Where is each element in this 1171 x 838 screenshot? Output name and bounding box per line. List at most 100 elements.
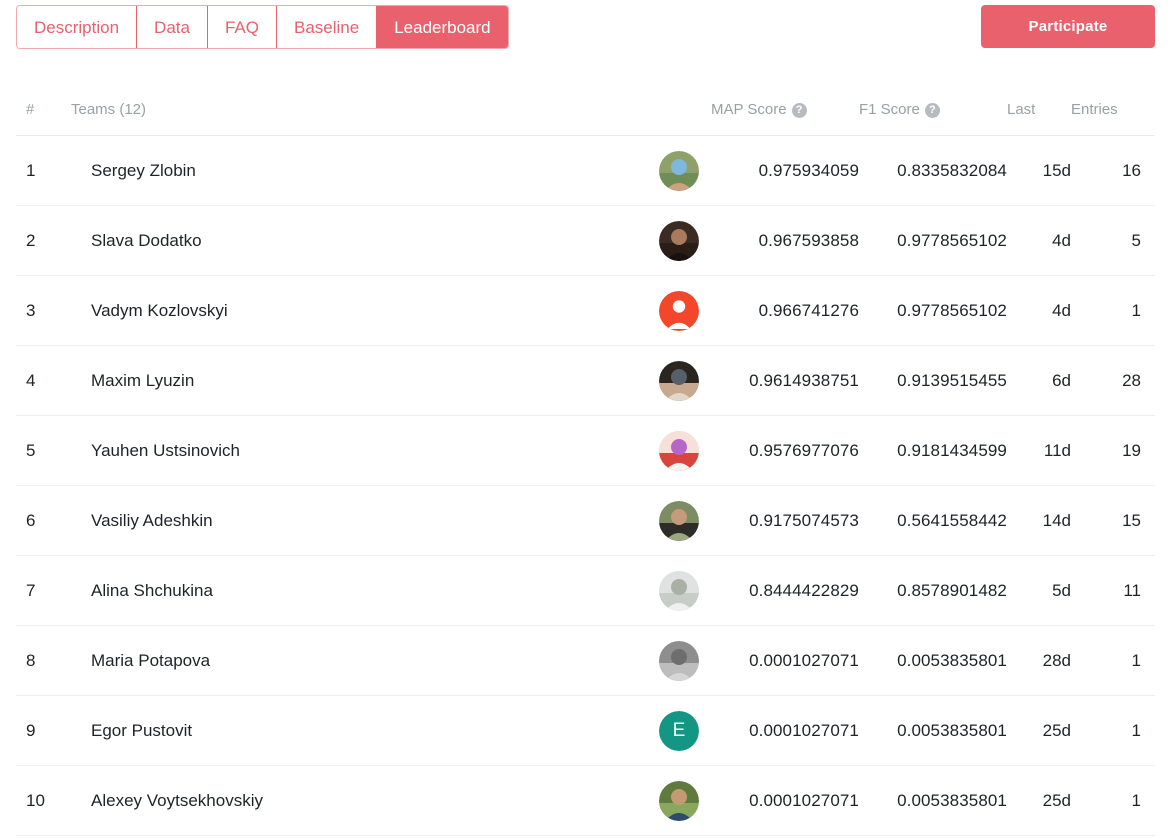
table-row[interactable]: 9Egor PustovitE0.00010270710.00538358012… bbox=[16, 696, 1155, 766]
row-entries: 15 bbox=[1071, 486, 1155, 556]
row-f1-score: 0.0053835801 bbox=[859, 766, 1007, 836]
row-entries: 1 bbox=[1071, 766, 1155, 836]
row-entries: 28 bbox=[1071, 346, 1155, 416]
table-row[interactable]: 5Yauhen Ustsinovich0.95769770760.9181434… bbox=[16, 416, 1155, 486]
row-rank: 4 bbox=[16, 346, 71, 416]
row-avatar-cell bbox=[647, 136, 711, 206]
avatar bbox=[659, 431, 699, 471]
row-map-score: 0.8444422829 bbox=[711, 556, 859, 626]
row-map-score: 0.966741276 bbox=[711, 276, 859, 346]
row-team-name: Sergey Zlobin bbox=[71, 136, 647, 206]
row-team-name: Yauhen Ustsinovich bbox=[71, 416, 647, 486]
column-header-teams: Teams (12) bbox=[71, 101, 647, 136]
column-header-map-score: MAP Score? bbox=[711, 101, 859, 136]
top-toolbar: DescriptionDataFAQBaselineLeaderboard Pa… bbox=[0, 0, 1171, 56]
row-f1-score: 0.5641558442 bbox=[859, 486, 1007, 556]
avatar bbox=[659, 151, 699, 191]
row-team-name: Maxim Lyuzin bbox=[71, 346, 647, 416]
avatar bbox=[659, 501, 699, 541]
row-last: 25d bbox=[1007, 766, 1071, 836]
row-f1-score: 0.0053835801 bbox=[859, 696, 1007, 766]
row-team-name: Alina Shchukina bbox=[71, 556, 647, 626]
row-rank: 7 bbox=[16, 556, 71, 626]
row-map-score: 0.0001027071 bbox=[711, 766, 859, 836]
avatar bbox=[659, 221, 699, 261]
table-row[interactable]: 6Vasiliy Adeshkin0.91750745730.564155844… bbox=[16, 486, 1155, 556]
row-rank: 3 bbox=[16, 276, 71, 346]
row-team-name: Alexey Voytsekhovskiy bbox=[71, 766, 647, 836]
row-f1-score: 0.9778565102 bbox=[859, 206, 1007, 276]
row-team-name: Slava Dodatko bbox=[71, 206, 647, 276]
column-header-map-score-label: MAP Score bbox=[711, 101, 787, 118]
row-entries: 1 bbox=[1071, 696, 1155, 766]
participate-button[interactable]: Participate bbox=[981, 5, 1155, 48]
row-team-name: Egor Pustovit bbox=[71, 696, 647, 766]
f1-score-help-icon[interactable]: ? bbox=[925, 103, 940, 118]
avatar bbox=[659, 291, 699, 331]
avatar bbox=[659, 641, 699, 681]
row-avatar-cell bbox=[647, 416, 711, 486]
table-row[interactable]: 3Vadym Kozlovskyi 0.9667412760.9778565102… bbox=[16, 276, 1155, 346]
column-header-avatar bbox=[647, 101, 711, 136]
map-score-help-icon[interactable]: ? bbox=[792, 103, 807, 118]
row-rank: 2 bbox=[16, 206, 71, 276]
row-f1-score: 0.8578901482 bbox=[859, 556, 1007, 626]
row-team-name: Vadym Kozlovskyi bbox=[71, 276, 647, 346]
row-entries: 11 bbox=[1071, 556, 1155, 626]
tab-faq[interactable]: FAQ bbox=[208, 6, 277, 48]
row-rank: 6 bbox=[16, 486, 71, 556]
row-rank: 10 bbox=[16, 766, 71, 836]
row-rank: 1 bbox=[16, 136, 71, 206]
row-entries: 1 bbox=[1071, 626, 1155, 696]
row-team-name: Vasiliy Adeshkin bbox=[71, 486, 647, 556]
row-rank: 5 bbox=[16, 416, 71, 486]
table-row[interactable]: 7Alina Shchukina 0.84444228290.8578901482… bbox=[16, 556, 1155, 626]
table-row[interactable]: 2Slava Dodatko 0.9675938580.97785651024d5 bbox=[16, 206, 1155, 276]
column-header-f1-score-label: F1 Score bbox=[859, 101, 920, 118]
row-team-name: Maria Potapova bbox=[71, 626, 647, 696]
table-row[interactable]: 4Maxim Lyuzin0.96149387510.91395154556d2… bbox=[16, 346, 1155, 416]
leaderboard-table: # Teams (12) MAP Score? F1 Score? Last E… bbox=[16, 101, 1155, 836]
row-map-score: 0.0001027071 bbox=[711, 696, 859, 766]
row-last: 11d bbox=[1007, 416, 1071, 486]
row-rank: 8 bbox=[16, 626, 71, 696]
row-avatar-cell bbox=[647, 766, 711, 836]
avatar: E bbox=[659, 711, 699, 751]
row-last: 15d bbox=[1007, 136, 1071, 206]
table-body: 1Sergey Zlobin0.9759340590.833583208415d… bbox=[16, 136, 1155, 836]
tab-bar: DescriptionDataFAQBaselineLeaderboard bbox=[16, 5, 509, 49]
row-map-score: 0.975934059 bbox=[711, 136, 859, 206]
table-row[interactable]: 10Alexey Voytsekhovskiy 0.00010270710.005… bbox=[16, 766, 1155, 836]
row-entries: 5 bbox=[1071, 206, 1155, 276]
column-header-f1-score: F1 Score? bbox=[859, 101, 1007, 136]
table-row[interactable]: 1Sergey Zlobin 0.9759340590.833583208415d… bbox=[16, 136, 1155, 206]
row-avatar-cell bbox=[647, 556, 711, 626]
row-avatar-cell bbox=[647, 206, 711, 276]
tab-leaderboard[interactable]: Leaderboard bbox=[377, 6, 507, 48]
table-header-row: # Teams (12) MAP Score? F1 Score? Last E… bbox=[16, 101, 1155, 136]
avatar bbox=[659, 361, 699, 401]
row-f1-score: 0.9181434599 bbox=[859, 416, 1007, 486]
row-avatar-cell bbox=[647, 346, 711, 416]
table-row[interactable]: 8Maria Potapova0.00010270710.00538358012… bbox=[16, 626, 1155, 696]
tab-data[interactable]: Data bbox=[137, 6, 208, 48]
tab-description[interactable]: Description bbox=[17, 6, 137, 48]
row-last: 5d bbox=[1007, 556, 1071, 626]
row-f1-score: 0.8335832084 bbox=[859, 136, 1007, 206]
column-header-last: Last bbox=[1007, 101, 1071, 136]
row-map-score: 0.967593858 bbox=[711, 206, 859, 276]
tab-baseline[interactable]: Baseline bbox=[277, 6, 377, 48]
row-avatar-cell: E bbox=[647, 696, 711, 766]
avatar bbox=[659, 571, 699, 611]
row-f1-score: 0.9778565102 bbox=[859, 276, 1007, 346]
row-entries: 16 bbox=[1071, 136, 1155, 206]
row-avatar-cell bbox=[647, 626, 711, 696]
row-last: 6d bbox=[1007, 346, 1071, 416]
row-last: 28d bbox=[1007, 626, 1071, 696]
row-last: 25d bbox=[1007, 696, 1071, 766]
row-last: 4d bbox=[1007, 206, 1071, 276]
leaderboard-section: # Teams (12) MAP Score? F1 Score? Last E… bbox=[0, 101, 1171, 836]
row-last: 4d bbox=[1007, 276, 1071, 346]
column-header-entries: Entries bbox=[1071, 101, 1155, 136]
row-avatar-cell bbox=[647, 486, 711, 556]
